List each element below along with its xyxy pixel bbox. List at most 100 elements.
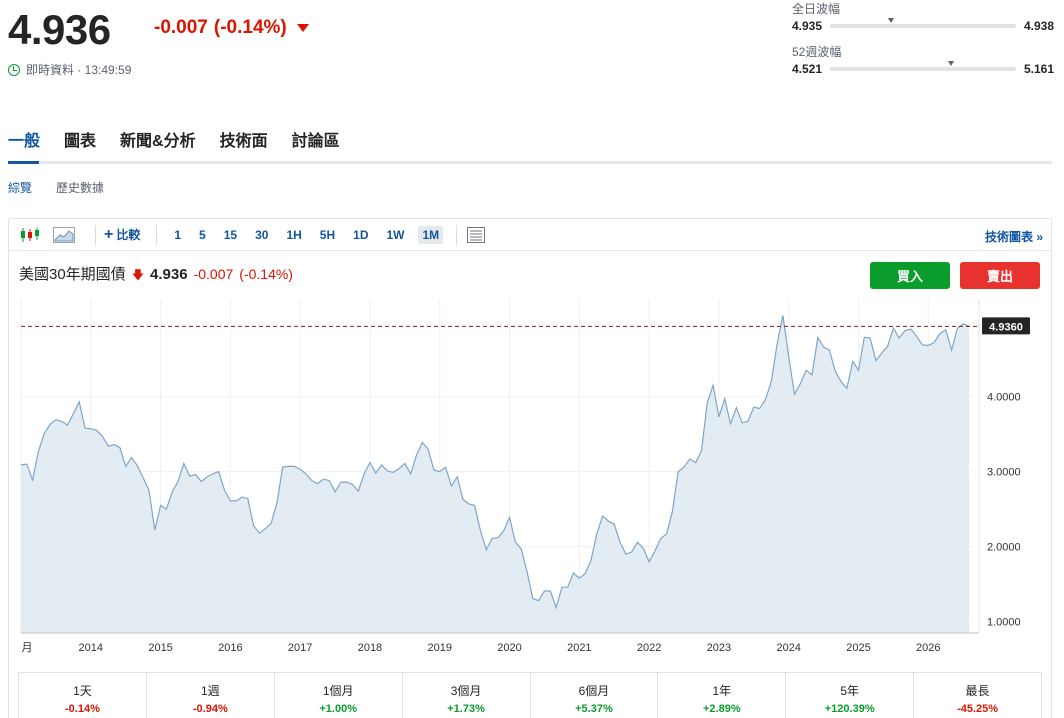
day-range-marker: [888, 18, 895, 23]
week52-range-marker: [947, 61, 954, 66]
x-tick-label: 2023: [707, 642, 731, 654]
x-tick-label: 2024: [776, 642, 800, 654]
interval-5h[interactable]: 5H: [316, 226, 339, 244]
performance-cell: 最長 -45.25%: [914, 673, 1041, 718]
x-tick-label: 月: [22, 642, 33, 654]
sell-button[interactable]: 賣出: [960, 262, 1040, 289]
performance-value: -0.14%: [65, 703, 100, 715]
compare-label: 比較: [116, 228, 141, 242]
instrument-price: 4.936: [150, 266, 188, 283]
instrument-change-percent: (-0.14%): [239, 266, 293, 282]
instrument-name: 美國30年期國債: [19, 266, 126, 283]
last-price-label: 4.9360: [989, 321, 1023, 333]
performance-value: +2.89%: [703, 703, 741, 715]
toolbar-separator: [156, 224, 158, 245]
down-arrow-icon: 🡇: [131, 268, 145, 282]
interval-5[interactable]: 5: [195, 226, 210, 244]
performance-period: 1年: [712, 684, 732, 698]
price-change: -0.007 (-0.14%): [154, 17, 309, 39]
compare-button[interactable]: + 比較: [104, 226, 140, 243]
performance-value: +1.00%: [319, 703, 357, 715]
performance-cell: 1天 -0.14%: [19, 673, 147, 718]
chart-toolbar: + 比較 1 5 15 30 1H 5H 1D 1W 1M 技術圖表 »: [9, 219, 1051, 251]
x-tick-label: 2021: [567, 642, 591, 654]
performance-cell: 1年 +2.89%: [658, 673, 787, 718]
week52-range-high: 5.161: [1023, 62, 1054, 76]
y-tick-label: 1.0000: [987, 617, 1021, 629]
clock-icon: [8, 63, 20, 76]
x-tick-label: 2017: [288, 642, 312, 654]
table-icon[interactable]: [465, 226, 487, 244]
performance-value: +5.37%: [575, 703, 613, 715]
realtime-label: 即時資料 · 13:49:59: [26, 63, 132, 77]
performance-value: -45.25%: [957, 703, 999, 715]
chart-widget: + 比較 1 5 15 30 1H 5H 1D 1W 1M 技術圖表 » 美國3…: [8, 218, 1052, 718]
week52-range-label: 52週波幅: [792, 45, 842, 59]
performance-period: 1個月: [322, 684, 354, 698]
down-arrow-icon: [296, 24, 309, 32]
performance-cell: 6個月 +5.37%: [531, 673, 659, 718]
y-tick-label: 2.0000: [987, 542, 1021, 554]
y-tick-label: 3.0000: [987, 467, 1021, 479]
performance-cell: 3個月 +1.73%: [403, 673, 531, 718]
candlestick-icon[interactable]: [19, 226, 41, 244]
x-tick-label: 2020: [497, 642, 521, 654]
performance-period: 3個月: [450, 684, 482, 698]
subtab-history[interactable]: 歷史數據: [56, 179, 104, 196]
x-tick-label: 2018: [358, 642, 382, 654]
x-tick-label: 2025: [846, 642, 870, 654]
day-range-label: 全日波幅: [792, 2, 841, 16]
sub-tabs: 綜覽 歷史數據: [8, 179, 104, 196]
performance-period: 最長: [965, 684, 990, 698]
price: 4.936: [8, 6, 111, 53]
interval-1m[interactable]: 1M: [418, 225, 444, 244]
performance-period: 1週: [200, 684, 220, 698]
interval-1w[interactable]: 1W: [382, 226, 408, 244]
instrument-header: 美國30年期國債 🡇 4.936 -0.007 (-0.14%): [19, 263, 293, 287]
toolbar-separator: [456, 224, 458, 245]
plus-icon: +: [104, 225, 114, 243]
interval-15[interactable]: 15: [220, 226, 241, 244]
interval-1d[interactable]: 1D: [349, 226, 372, 244]
performance-bar: 1天 -0.14% 1週 -0.94% 1個月 +1.00% 3個月 +1.73% 6個月 +5.…: [18, 672, 1042, 718]
technical-chart-link[interactable]: 技術圖表 »: [985, 228, 1043, 245]
week52-range: 52週波幅 4.521 5.161: [792, 43, 1054, 76]
day-range-track: [830, 18, 1016, 28]
x-tick-label: 2015: [148, 642, 172, 654]
area-chart-icon[interactable]: [53, 226, 75, 244]
interval-1h[interactable]: 1H: [282, 226, 305, 244]
buy-button[interactable]: 買入: [870, 262, 950, 289]
tabs-divider: [8, 161, 1052, 164]
x-tick-label: 2022: [637, 642, 661, 654]
performance-cell: 1週 -0.94%: [147, 673, 275, 718]
day-range-low: 4.935: [792, 19, 823, 33]
day-range: 全日波幅 4.935 4.938: [792, 0, 1054, 33]
y-tick-label: 4.0000: [987, 392, 1021, 404]
technical-chart-label: 技術圖表: [984, 230, 1033, 244]
x-tick-label: 2019: [428, 642, 452, 654]
x-tick-label: 2014: [79, 642, 103, 654]
double-chevron-right-icon: »: [1036, 230, 1043, 244]
instrument-change: -0.007: [193, 266, 234, 282]
performance-value: -0.94%: [192, 703, 228, 715]
x-tick-label: 2026: [916, 642, 940, 654]
change-percent: (-0.14%): [213, 17, 287, 38]
realtime-status: 即時資料 · 13:49:59: [8, 61, 131, 78]
toolbar-separator: [95, 224, 96, 245]
performance-period: 5年: [840, 684, 860, 698]
performance-period: 6個月: [578, 684, 610, 698]
x-tick-label: 2016: [218, 642, 242, 654]
price-chart[interactable]: Investing.com4.93604.00003.00002.00001.0…: [9, 299, 1051, 671]
interval-1[interactable]: 1: [170, 226, 185, 244]
performance-value: +1.73%: [447, 703, 485, 715]
week52-range-low: 4.521: [792, 62, 823, 76]
week52-range-track: [830, 61, 1016, 71]
active-tab-indicator: [8, 161, 39, 164]
change-value: -0.007: [154, 17, 208, 38]
performance-period: 1天: [73, 684, 92, 698]
day-range-high: 4.938: [1023, 19, 1054, 33]
performance-cell: 5年 +120.39%: [786, 673, 915, 718]
interval-30[interactable]: 30: [251, 226, 272, 244]
performance-cell: 1個月 +1.00%: [275, 673, 403, 718]
subtab-overview[interactable]: 綜覽: [8, 179, 32, 196]
